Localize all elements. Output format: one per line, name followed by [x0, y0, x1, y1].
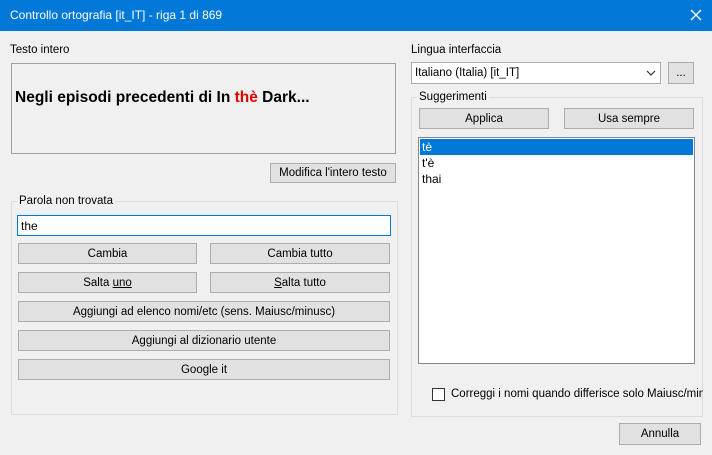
add-to-user-dictionary-button[interactable]: Aggiungi al dizionario utente [18, 330, 390, 351]
skip-all-label: alta tutto [281, 276, 326, 289]
suggestions-list[interactable]: tè t'è thai [418, 137, 695, 364]
suggestions-title: Suggerimenti [417, 91, 489, 103]
chevron-down-icon [646, 70, 656, 76]
full-text-after: Dark... [257, 89, 310, 106]
skip-one-button[interactable]: Salta uno [18, 272, 197, 293]
change-button[interactable]: Cambia [18, 243, 197, 264]
full-text-box: Negli episodi precedenti di In thè Dark.… [11, 63, 396, 154]
case-difference-label: Correggi i nomi quando differisce solo M… [451, 388, 703, 400]
always-use-button[interactable]: Usa sempre [564, 108, 694, 129]
suggestion-item[interactable]: t'è [420, 155, 693, 171]
window-title: Controllo ortografia [it_IT] - riga 1 di… [10, 8, 223, 22]
full-text-before: Negli episodi precedenti di In [15, 89, 235, 106]
google-it-button[interactable]: Google it [18, 359, 390, 380]
misspelled-word-highlight: thè [234, 89, 258, 106]
word-input[interactable] [17, 215, 391, 236]
full-text-content: Negli episodi precedenti di In thè Dark.… [15, 89, 310, 107]
edit-full-text-button[interactable]: Modifica l'intero testo [270, 163, 396, 183]
interface-language-select[interactable]: Italiano (Italia) [it_IT] [411, 62, 661, 84]
suggestion-item[interactable]: tè [420, 139, 693, 155]
skip-all-mnemonic: S [274, 276, 282, 289]
cancel-button[interactable]: Annulla [619, 423, 701, 445]
interface-language-label: Lingua interfaccia [411, 44, 502, 56]
suggestion-item[interactable]: thai [420, 171, 693, 187]
close-button[interactable] [684, 4, 708, 26]
change-all-button[interactable]: Cambia tutto [210, 243, 390, 264]
skip-one-label: Salta [83, 276, 113, 289]
word-not-found-title: Parola non trovata [17, 195, 115, 207]
case-difference-checkbox[interactable] [432, 388, 445, 401]
add-to-names-list-button[interactable]: Aggiungi ad elenco nomi/etc (sens. Maius… [18, 301, 390, 322]
apply-button[interactable]: Applica [419, 108, 549, 129]
skip-all-button[interactable]: Salta tutto [210, 272, 390, 293]
skip-one-mnemonic: uno [112, 276, 132, 289]
close-icon [690, 9, 702, 21]
full-text-label: Testo intero [10, 44, 70, 56]
language-more-button[interactable]: ... [668, 62, 694, 84]
title-bar: Controllo ortografia [it_IT] - riga 1 di… [0, 0, 712, 31]
interface-language-value: Italiano (Italia) [it_IT] [415, 67, 520, 79]
